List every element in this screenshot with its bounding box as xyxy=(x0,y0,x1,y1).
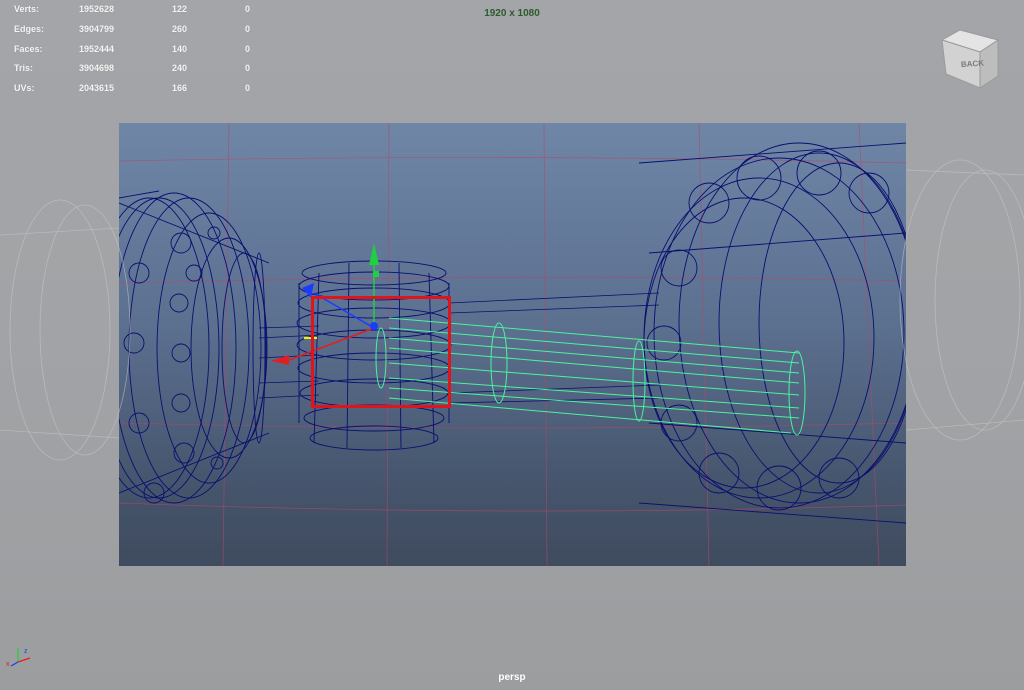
offscreen-ghost-geometry xyxy=(0,159,1024,461)
maya-viewport-persp[interactable]: Verts: 1952628 122 0 Edges: 3904799 260 … xyxy=(0,0,1024,690)
selection-highlight-box xyxy=(311,296,451,408)
axis-z-label: z xyxy=(24,648,28,655)
camera-name-label: persp xyxy=(498,672,526,683)
axis-triad-icon: x z xyxy=(6,648,31,668)
axis-x-label: x xyxy=(6,661,10,668)
